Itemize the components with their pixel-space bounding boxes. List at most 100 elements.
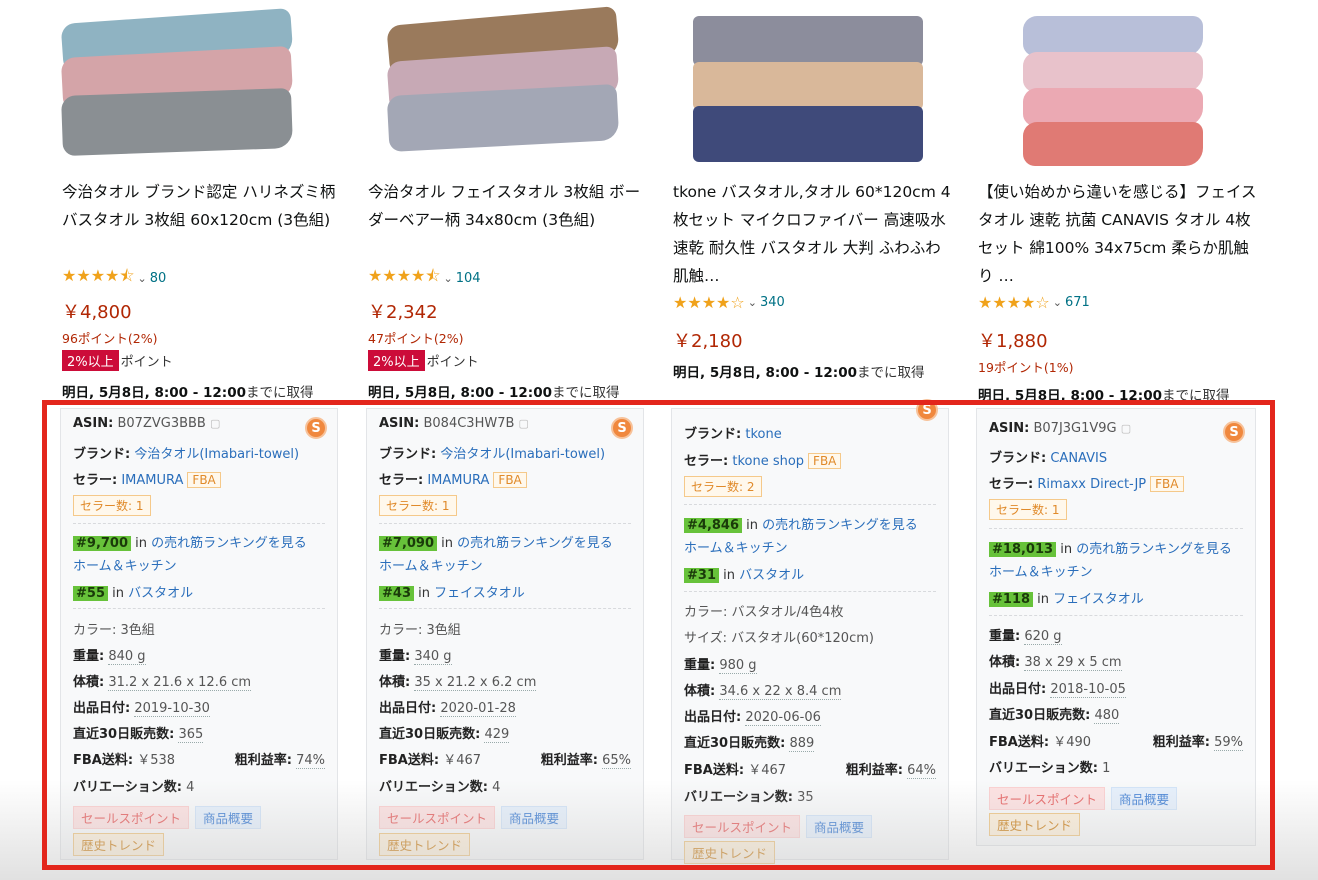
delivery-1: 明日, 5月8日, 8:00 - 12:00までに取得 [62,381,314,401]
product-summary-button[interactable]: 商品概要 [806,815,873,838]
brand-link[interactable]: CANAVIS [1050,451,1107,466]
star-rating-icon: ★★★★⯪ [368,266,441,285]
copy-icon[interactable]: ▢ [1121,422,1131,435]
review-count[interactable]: 80 [150,271,167,286]
product-summary-button[interactable]: 商品概要 [195,806,262,829]
extension-logo-icon[interactable]: S [1223,421,1245,443]
seller-count-badge[interactable]: セラー数: 1 [379,495,457,516]
color-label: カラー: [73,623,117,638]
product-image-2[interactable] [386,6,620,166]
copy-icon[interactable]: ▢ [519,417,529,430]
rating-row-4[interactable]: ★★★★☆ ⌄ 671 [978,293,1090,312]
brand-label: ブランド: [379,447,437,462]
rank-in: in [135,536,148,551]
divider [989,528,1243,529]
rating-row-3[interactable]: ★★★★☆ ⌄ 340 [673,293,785,312]
seller-count-badge[interactable]: セラー数: 1 [73,495,151,516]
date-row: 出品日付: 2018-10-05 [989,678,1126,698]
product-summary-button[interactable]: 商品概要 [501,806,568,829]
product-title-2[interactable]: 今治タオル フェイスタオル 3枚組 ボーダーベアー柄 34x80cm (3色組) [368,178,648,234]
rank-link[interactable]: の売れ筋ランキングを見る [762,518,918,533]
seller-count-row: セラー数: 2 [684,476,762,497]
rank-row-1: #9,700 in の売れ筋ランキングを見る [73,532,307,551]
fba-badge: FBA [808,453,842,469]
rank-link[interactable]: の売れ筋ランキングを見る [1076,542,1232,557]
delivery-date: 明日, 5月8日, 8:00 - 12:00 [978,388,1162,404]
delivery-3: 明日, 5月8日, 8:00 - 12:00までに取得 [673,361,925,381]
variation-row: バリエーション数: 4 [379,776,500,795]
product-title-4[interactable]: 【使い始めから違いを感じる】フェイスタオル 速乾 抗菌 CANAVIS タオル … [978,178,1258,290]
points-2: 47ポイント(2%) [368,331,464,346]
extension-logo-icon[interactable]: S [611,417,633,439]
sales-point-button[interactable]: セールスポイント [684,815,801,838]
fba-fee-label: FBA送料: [379,753,440,768]
rating-row-1[interactable]: ★★★★⯪ ⌄ 80 [62,265,166,292]
rank-link[interactable]: の売れ筋ランキングを見る [457,536,613,551]
divider [989,615,1243,616]
sales-point-button[interactable]: セールスポイント [989,787,1106,810]
rank-category-link[interactable]: フェイスタオル [1053,592,1144,607]
seller-link[interactable]: IMAMURA [427,473,489,488]
extension-logo-icon[interactable]: S [916,399,938,421]
rank-link[interactable]: の売れ筋ランキングを見る [151,536,307,551]
divider [73,523,325,524]
fba-fee-label: FBA送料: [989,735,1050,750]
brand-label: ブランド: [989,451,1047,466]
sales-row: 直近30日販売数: 889 [684,732,815,752]
fba-badge: FBA [1150,476,1184,492]
review-count[interactable]: 340 [760,295,785,310]
margin-value: 74% [296,753,325,769]
rank-category-link[interactable]: バスタオル [739,568,804,583]
rank-in: in [723,568,735,583]
brand-link[interactable]: 今治タオル(Imabari-towel) [134,447,299,462]
extension-logo-icon[interactable]: S [305,417,327,439]
variation-row: バリエーション数: 4 [73,776,194,795]
points-badge-suffix: ポイント [426,355,479,370]
product-image-3[interactable] [693,16,923,166]
review-count[interactable]: 104 [456,271,481,286]
tag-row-2: 歴史トレンド [989,813,1086,836]
rank-category-link[interactable]: ホーム＆キッチン [379,559,483,574]
seller-label: セラー: [989,477,1034,492]
brand-row: ブランド: CANAVIS [989,447,1107,466]
sales-value: 480 [1094,708,1120,724]
rank-badge: #55 [73,586,108,601]
history-trend-button[interactable]: 歴史トレンド [684,841,776,864]
chevron-down-icon[interactable]: ⌄ [1053,296,1062,309]
history-trend-button[interactable]: 歴史トレンド [989,813,1081,836]
chevron-down-icon[interactable]: ⌄ [138,272,147,285]
rank-category-link[interactable]: バスタオル [128,586,193,601]
chevron-down-icon[interactable]: ⌄ [444,272,453,285]
rank-category-link[interactable]: ホーム＆キッチン [73,559,177,574]
history-trend-button[interactable]: 歴史トレンド [379,833,471,856]
color-row: カラー: 3色組 [379,619,461,638]
rank-category-link[interactable]: ホーム＆キッチン [989,565,1093,580]
copy-icon[interactable]: ▢ [210,417,220,430]
brand-link[interactable]: 今治タオル(Imabari-towel) [440,447,605,462]
sales-point-button[interactable]: セールスポイント [73,806,190,829]
tag-row: セールスポイント 商品概要 [73,806,267,829]
seller-count-badge[interactable]: セラー数: 1 [989,499,1067,520]
product-summary-button[interactable]: 商品概要 [1111,787,1178,810]
seller-link[interactable]: tkone shop [732,454,804,469]
seller-count-badge[interactable]: セラー数: 2 [684,476,762,497]
history-trend-button[interactable]: 歴史トレンド [73,833,165,856]
product-image-4[interactable] [1023,16,1203,166]
tag-row: セールスポイント 商品概要 [989,787,1183,810]
rank-category-link[interactable]: フェイスタオル [434,586,525,601]
rank-category-link[interactable]: ホーム＆キッチン [684,541,788,556]
weight-label: 重量: [73,649,105,664]
size-label: サイズ: [684,631,727,646]
sales-point-button[interactable]: セールスポイント [379,806,496,829]
product-title-1[interactable]: 今治タオル ブランド認定 ハリネズミ柄 バスタオル 3枚組 60x120cm (… [62,178,342,234]
rating-row-2[interactable]: ★★★★⯪ ⌄ 104 [368,265,481,292]
brand-link[interactable]: tkone [745,427,781,442]
review-count[interactable]: 671 [1065,295,1090,310]
sales-value: 889 [789,736,815,752]
variation-row: バリエーション数: 35 [684,786,814,805]
product-title-3[interactable]: tkone バスタオル,タオル 60*120cm 4枚セット マイクロファイバー… [673,178,953,290]
seller-link[interactable]: IMAMURA [121,473,183,488]
chevron-down-icon[interactable]: ⌄ [748,296,757,309]
seller-link[interactable]: Rimaxx Direct-JP [1037,477,1146,492]
product-image-1[interactable] [60,8,294,166]
